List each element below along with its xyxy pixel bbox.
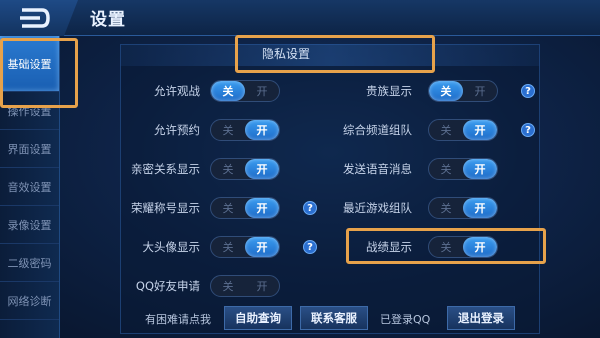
toggle-allow-reservation[interactable]: 关 开: [210, 119, 280, 141]
toggle-off-option[interactable]: 关: [429, 159, 463, 179]
help-icon[interactable]: ?: [521, 84, 535, 98]
option-label-honor-title: 荣耀称号显示: [131, 201, 200, 215]
toggle-off-option[interactable]: 关: [211, 159, 245, 179]
toggle-off-option[interactable]: 关: [211, 198, 245, 218]
option-label-large-avatar: 大头像显示: [142, 240, 201, 254]
option-label-intimacy-display: 亲密关系显示: [131, 162, 200, 176]
toggle-off-option[interactable]: 关: [429, 198, 463, 218]
toggle-on-option[interactable]: 开: [245, 120, 279, 140]
option-label-recent-game-team: 最近游戏组队: [343, 201, 412, 215]
toggle-off-option[interactable]: 关: [211, 276, 245, 296]
sidebar-item-controls[interactable]: 操作设置: [0, 92, 59, 130]
option-label-voice-message: 发送语音消息: [343, 162, 412, 176]
help-text: 有困难请点我: [145, 313, 211, 326]
toggle-voice-message[interactable]: 关 开: [428, 158, 498, 180]
sidebar-item-secondary-password[interactable]: 二级密码: [0, 244, 59, 282]
toggle-on-option[interactable]: 开: [463, 81, 497, 101]
logged-in-text: 已登录QQ: [380, 313, 431, 326]
sidebar-item-network[interactable]: 网络诊断: [0, 282, 59, 320]
toggle-on-option[interactable]: 开: [245, 81, 279, 101]
toggle-qq-friend-request[interactable]: 关 开: [210, 275, 280, 297]
sidebar-item-interface[interactable]: 界面设置: [0, 130, 59, 168]
toggle-on-option[interactable]: 开: [245, 276, 279, 296]
toggle-off-option[interactable]: 关: [211, 237, 245, 257]
toggle-honor-title[interactable]: 关 开: [210, 197, 280, 219]
sidebar: 基础设置 操作设置 界面设置 音效设置 录像设置 二级密码 网络诊断: [0, 36, 60, 338]
toggle-off-option[interactable]: 关: [211, 120, 245, 140]
back-button[interactable]: [0, 0, 78, 36]
self-query-button[interactable]: 自助查询: [224, 306, 292, 330]
toggle-on-option[interactable]: 开: [245, 237, 279, 257]
sidebar-item-basic[interactable]: 基础设置: [0, 36, 59, 92]
toggle-on-option[interactable]: 开: [463, 159, 497, 179]
contact-service-button[interactable]: 联系客服: [300, 306, 368, 330]
toggle-general-channel-team[interactable]: 关 开: [428, 119, 498, 141]
title-highlight-box: [235, 35, 435, 73]
toggle-recent-game-team[interactable]: 关 开: [428, 197, 498, 219]
toggle-large-avatar[interactable]: 关 开: [210, 236, 280, 258]
toggle-noble-display[interactable]: 关 开: [428, 80, 498, 102]
toggle-on-option[interactable]: 开: [463, 198, 497, 218]
toggle-off-option[interactable]: 关: [429, 120, 463, 140]
toggle-on-option[interactable]: 开: [245, 198, 279, 218]
toggle-on-option[interactable]: 开: [245, 159, 279, 179]
sidebar-item-replay[interactable]: 录像设置: [0, 206, 59, 244]
toggle-intimacy-display[interactable]: 关 开: [210, 158, 280, 180]
help-icon[interactable]: ?: [521, 123, 535, 137]
option-label-allow-reservation: 允许预约: [154, 123, 200, 137]
back-arrow-icon: [20, 8, 50, 28]
logout-button[interactable]: 退出登录: [447, 306, 515, 330]
battle-record-highlight-box: [346, 228, 546, 264]
help-icon[interactable]: ?: [303, 240, 317, 254]
toggle-off-option[interactable]: 关: [211, 81, 245, 101]
sidebar-item-sound[interactable]: 音效设置: [0, 168, 59, 206]
option-label-noble-display: 贵族显示: [366, 84, 412, 98]
toggle-on-option[interactable]: 开: [463, 120, 497, 140]
option-label-qq-friend-request: QQ好友申请: [135, 279, 200, 293]
toggle-allow-spectate[interactable]: 关 开: [210, 80, 280, 102]
help-icon[interactable]: ?: [303, 201, 317, 215]
option-label-general-channel-team: 综合频道组队: [343, 123, 412, 137]
toggle-off-option[interactable]: 关: [429, 81, 463, 101]
option-label-allow-spectate: 允许观战: [154, 84, 200, 98]
top-bar: 设置: [0, 0, 600, 36]
page-title: 设置: [90, 10, 126, 30]
